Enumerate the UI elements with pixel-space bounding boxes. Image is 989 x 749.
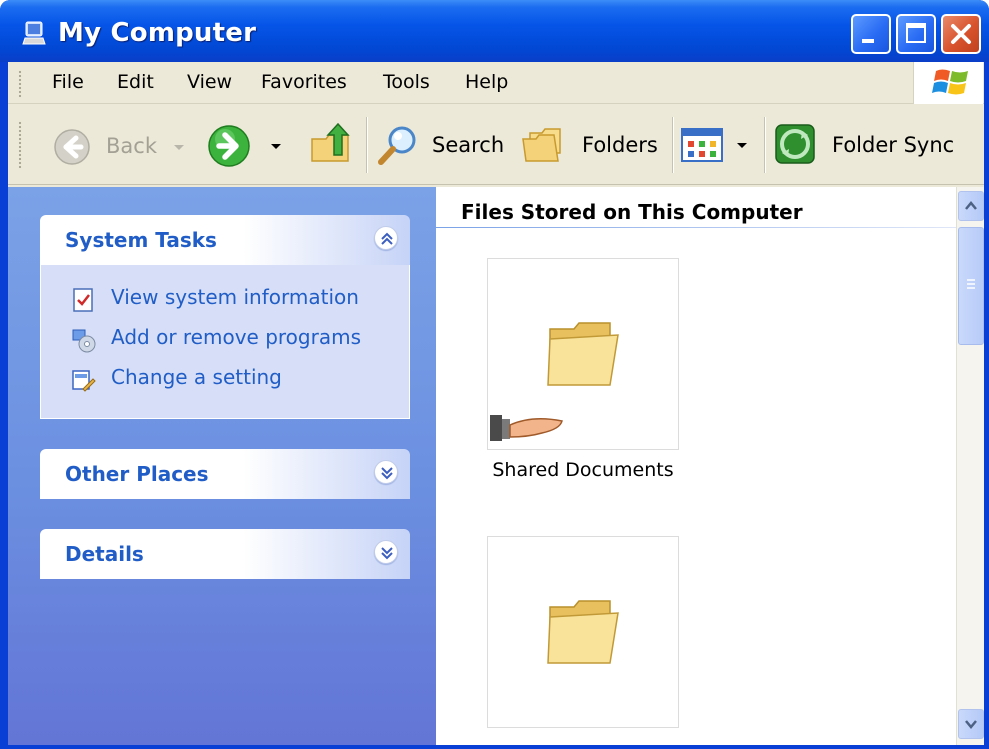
chevron-up-icon [381,232,393,245]
folder-icon [547,322,619,386]
scroll-up-button[interactable] [958,191,984,221]
folders-label: Folders [582,133,658,157]
back-button[interactable]: Back [48,125,188,167]
menu-grip[interactable] [18,70,22,98]
search-icon [378,126,416,165]
chevron-up-icon [965,201,977,210]
toolbar-separator [764,117,765,173]
scroll-thumb[interactable] [958,227,984,345]
chevron-down-icon [381,547,393,560]
chevron-down-icon [381,467,393,480]
task-add-or-remove-programs[interactable]: Add or remove programs [111,325,361,349]
folders-button[interactable]: Folders [520,123,658,169]
window: My Computer File Edit View Favorites Too… [0,0,989,749]
views-button[interactable] [680,127,752,167]
chevron-down-icon [965,720,977,729]
toolbar-grip[interactable] [18,121,22,169]
details-header[interactable]: Details [40,529,410,579]
folder-sync-icon [775,124,815,164]
menu-tools[interactable]: Tools [383,71,430,93]
windows-logo-box [913,62,983,104]
content-pane: Files Stored on This Computer Shared Doc… [436,187,956,745]
menu-favorites[interactable]: Favorites [261,71,347,93]
task-change-a-setting[interactable]: Change a setting [111,365,282,389]
maximize-button[interactable] [896,14,936,54]
change-setting-icon [72,370,96,392]
close-button[interactable] [941,14,981,54]
window-title: My Computer [58,18,257,48]
back-arrow-icon [54,129,90,165]
add-remove-programs-icon [72,329,96,353]
computer-icon [22,21,46,45]
folder-item[interactable] [487,536,679,728]
folders-icon [522,128,561,162]
system-tasks-header[interactable]: System Tasks [40,215,410,265]
chevron-down-icon [271,144,281,149]
task-view-system-information[interactable]: View system information [111,285,359,309]
shared-documents-item[interactable] [487,258,679,450]
chevron-down-icon [737,143,747,148]
folder-icon [547,600,619,664]
menu-help[interactable]: Help [465,71,508,93]
windows-flag-icon [932,69,968,95]
group-divider [436,227,956,228]
shared-hand-icon [490,415,563,441]
search-label: Search [432,133,505,157]
toolbar-separator [672,117,673,173]
back-label: Back [106,134,157,158]
other-places-header[interactable]: Other Places [40,449,410,499]
task-pane: System Tasks View system information Add… [8,187,436,745]
other-places-title: Other Places [65,462,209,486]
system-info-icon [73,288,93,312]
details-title: Details [65,542,144,566]
forward-button[interactable] [206,123,288,169]
expand-button[interactable] [374,460,398,484]
views-icon [681,128,723,162]
title-bar[interactable]: My Computer [0,0,989,62]
system-tasks-body: View system information Add or remove pr… [40,265,410,419]
menu-edit[interactable]: Edit [117,71,154,93]
minimize-button[interactable] [851,14,891,54]
search-button[interactable]: Search [376,123,504,169]
toolbar: Back Search Folders Folder Sync [8,105,984,185]
expand-button[interactable] [374,540,398,564]
menu-bar: File Edit View Favorites Tools Help [8,62,984,104]
forward-arrow-icon [208,125,250,167]
toolbar-separator [366,117,367,173]
collapse-button[interactable] [374,226,398,250]
scroll-down-button[interactable] [958,709,984,739]
maximize-icon [906,23,926,43]
grip-icon [967,279,975,289]
shared-documents-label: Shared Documents [492,459,674,481]
system-tasks-title: System Tasks [65,228,217,252]
minimize-icon [862,39,874,43]
menu-view[interactable]: View [187,71,232,93]
folder-up-icon[interactable] [308,121,354,167]
folder-sync-button[interactable]: Folder Sync [772,121,978,169]
chevron-down-icon [174,145,184,150]
folder-sync-label: Folder Sync [832,133,955,157]
vertical-scrollbar[interactable] [956,187,984,745]
close-icon [951,24,971,44]
group-heading: Files Stored on This Computer [461,200,803,224]
menu-file[interactable]: File [52,71,84,93]
